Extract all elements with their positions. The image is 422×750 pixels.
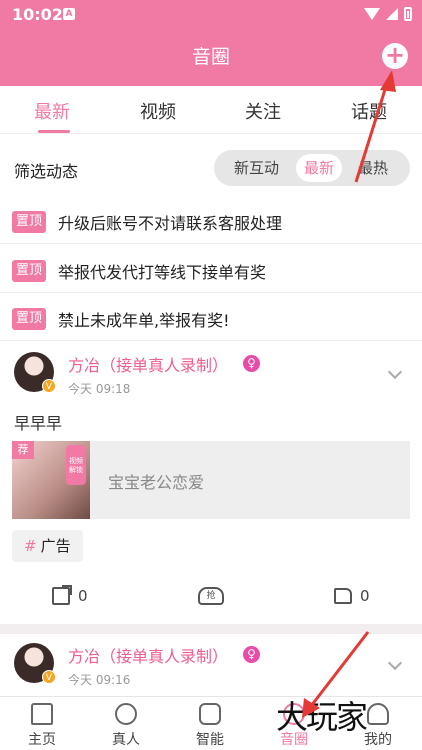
pinned-notice[interactable]: 置顶 升级后账号不对请联系客服处理 bbox=[0, 200, 422, 244]
like-button[interactable]: 0 bbox=[334, 587, 370, 605]
pinned-text: 举报代发代打等线下接单有奖 bbox=[58, 263, 267, 282]
post-author[interactable]: 方冶（接单真人录制） bbox=[68, 352, 228, 376]
nav-label: 真人 bbox=[112, 732, 140, 748]
pinned-notice[interactable]: 置顶 举报代发代打等线下接单有奖 bbox=[0, 249, 422, 293]
tab-indicator bbox=[38, 130, 70, 133]
status-time: 10:02 bbox=[12, 5, 63, 24]
content-tabs: 最新 视频 关注 话题 bbox=[0, 86, 422, 134]
grab-button[interactable]: 抢 bbox=[198, 587, 224, 605]
post-time: 今天 09:16 bbox=[68, 673, 131, 687]
media-thumbnail: 荐 视频解锁 bbox=[12, 441, 90, 519]
system-icons bbox=[364, 7, 412, 21]
share-count: 0 bbox=[78, 587, 88, 605]
page-title: 音圈 bbox=[191, 46, 230, 68]
chevron-down-icon[interactable] bbox=[387, 655, 403, 671]
pinned-text: 升级后账号不对请联系客服处理 bbox=[58, 214, 283, 233]
post-actions: 0 抢 0 bbox=[0, 585, 422, 617]
hash-icon: # bbox=[24, 537, 37, 555]
tab-video[interactable]: 视频 bbox=[140, 98, 176, 124]
media-card[interactable]: 荐 视频解锁 宝宝老公恋爱 bbox=[12, 441, 410, 519]
chevron-down-icon[interactable] bbox=[387, 364, 403, 380]
pinned-badge: 置顶 bbox=[12, 308, 47, 330]
pinned-notice[interactable]: 置顶 禁止未成年单,举报有奖! bbox=[0, 297, 422, 341]
filter-label: 筛选动态 bbox=[14, 162, 79, 181]
tab-latest[interactable]: 最新 bbox=[34, 98, 70, 124]
video-unlock-icon: 视频解锁 bbox=[66, 445, 86, 485]
user-icon bbox=[367, 703, 389, 725]
verified-icon: V bbox=[42, 379, 56, 393]
share-icon bbox=[52, 585, 72, 605]
watermark: 大玩家 bbox=[276, 698, 368, 736]
pinned-badge: 置顶 bbox=[12, 211, 47, 233]
signal-icon bbox=[386, 8, 398, 20]
media-caption: 宝宝老公恋爱 bbox=[108, 473, 205, 492]
female-icon: ♀ bbox=[243, 646, 260, 663]
post-card: V 方冶（接单真人录制） ♀ 今天 09:18 早早早 荐 视频解锁 宝宝老公恋… bbox=[0, 343, 422, 624]
female-icon: ♀ bbox=[243, 355, 260, 372]
wifi-icon bbox=[364, 8, 380, 20]
hashtag-label: 广告 bbox=[40, 537, 71, 555]
tab-follow[interactable]: 关注 bbox=[245, 98, 281, 124]
nav-smart[interactable]: 智能 bbox=[168, 697, 252, 750]
post-text: 早早早 bbox=[14, 414, 63, 433]
battery-icon bbox=[404, 7, 412, 21]
post-card: V 方冶（接单真人录制） ♀ 今天 09:16 bbox=[0, 634, 422, 696]
filter-option-hot[interactable]: 最热 bbox=[358, 150, 388, 186]
filter-option-latest[interactable]: 最新 bbox=[296, 154, 343, 182]
recommend-tag: 荐 bbox=[12, 441, 34, 459]
add-post-button[interactable]: + bbox=[382, 43, 408, 69]
tab-topic[interactable]: 话题 bbox=[351, 98, 387, 124]
filter-option-interaction[interactable]: 新互动 bbox=[234, 150, 279, 186]
status-bar: 10:02 A bbox=[0, 0, 422, 30]
robot-icon bbox=[199, 703, 221, 725]
nav-real-person[interactable]: 真人 bbox=[84, 697, 168, 750]
share-button[interactable]: 0 bbox=[52, 585, 88, 605]
grab-icon: 抢 bbox=[198, 587, 224, 605]
post-time: 今天 09:18 bbox=[68, 382, 131, 396]
nav-label: 主页 bbox=[28, 732, 56, 748]
hashtag-chip[interactable]: # 广告 bbox=[12, 530, 83, 562]
nav-home[interactable]: 主页 bbox=[0, 697, 84, 750]
notification-icon: A bbox=[63, 8, 75, 20]
pinned-badge: 置顶 bbox=[12, 260, 47, 282]
filter-segmented-control: 新互动 最新 最热 bbox=[214, 150, 410, 186]
app-header: 10:02 A 音圈 + bbox=[0, 0, 422, 86]
thumbs-up-icon bbox=[334, 588, 352, 604]
verified-icon: V bbox=[42, 670, 56, 684]
nav-label: 智能 bbox=[196, 732, 224, 748]
person-icon bbox=[115, 703, 137, 725]
post-author[interactable]: 方冶（接单真人录制） bbox=[68, 643, 228, 667]
pinned-text: 禁止未成年单,举报有奖! bbox=[58, 311, 230, 330]
home-icon bbox=[31, 703, 53, 725]
post-separator bbox=[0, 624, 422, 634]
like-count: 0 bbox=[360, 587, 370, 605]
